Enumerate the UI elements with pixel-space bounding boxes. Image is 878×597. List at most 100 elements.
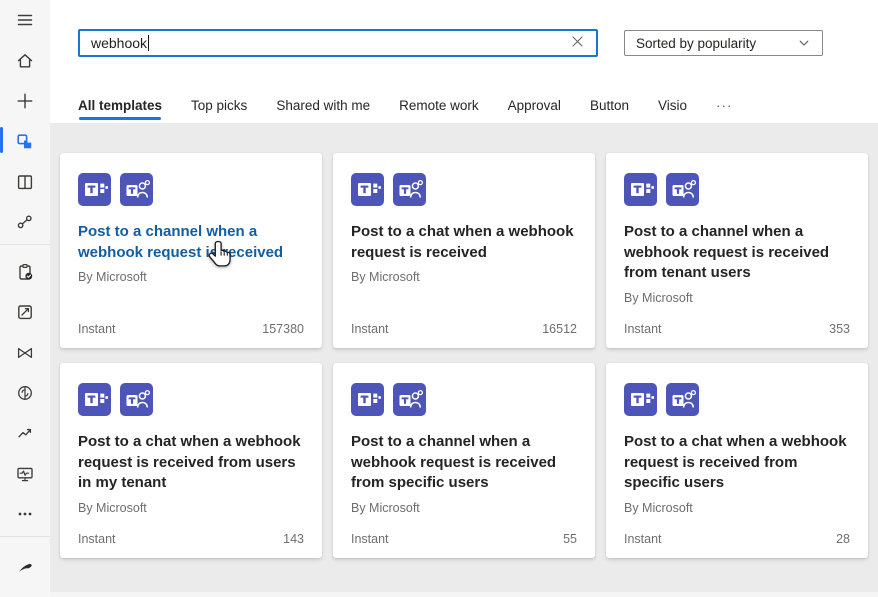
template-type-label: Instant [78,532,116,546]
template-card[interactable]: Post to a chat when a webhook request is… [606,363,868,558]
ui-flows-icon [15,302,35,322]
menu-button[interactable] [0,5,50,35]
template-title-link[interactable]: Post to a chat when a webhook request is… [351,222,577,263]
template-byline: By Microsoft [351,501,577,515]
template-card[interactable]: Post to a channel when a webhook request… [60,153,322,348]
left-navigation-rail [0,0,50,597]
template-card[interactable]: Post to a channel when a webhook request… [333,363,595,558]
sort-dropdown[interactable]: Sorted by popularity [624,30,823,56]
nav-item-more[interactable] [0,499,50,529]
analytics-chart-icon [15,423,35,443]
template-type-label: Instant [351,532,389,546]
create-plus-icon [15,91,35,111]
teams-classic-icon [624,383,657,416]
tab-top-picks[interactable]: Top picks [191,98,247,122]
page-bottom-strip [50,592,878,597]
rail-divider [0,244,50,245]
nav-item-connectors[interactable] [0,207,50,237]
tab-approval[interactable]: Approval [508,98,561,122]
template-byline: By Microsoft [624,291,850,305]
machines-monitor-icon [15,464,35,484]
clear-x-icon [570,34,585,52]
template-byline: By Microsoft [78,501,304,515]
template-type-label: Instant [624,322,662,336]
nav-item-approvals[interactable] [0,257,50,287]
template-type-label: Instant [78,322,116,336]
card-app-icons [624,173,850,206]
card-footer: Instant 353 [624,322,850,336]
approvals-clipboard-icon [15,262,35,282]
nav-item-learn[interactable] [0,167,50,197]
sort-dropdown-value: Sorted by popularity [636,36,756,51]
tab-remote-work[interactable]: Remote work [399,98,479,122]
search-input[interactable]: webhook [78,29,598,57]
nav-item-create[interactable] [0,86,50,116]
teams-classic-icon [624,173,657,206]
nav-item-ui-flows[interactable] [0,297,50,327]
process-advisor-icon [15,343,35,363]
card-footer: Instant 157380 [78,322,304,336]
tab-all-templates[interactable]: All templates [78,98,162,122]
teams-classic-icon [351,173,384,206]
nav-item-home[interactable] [0,46,50,76]
template-use-count: 16512 [542,322,577,336]
template-byline: By Microsoft [351,270,577,284]
template-card[interactable]: Post to a chat when a webhook request is… [60,363,322,558]
nav-item-analytics[interactable] [0,418,50,448]
quill-pen-icon [15,556,35,576]
card-app-icons [624,383,850,416]
teams-people-icon [393,383,426,416]
clear-search-button[interactable] [570,34,585,52]
teams-classic-icon [78,383,111,416]
teams-classic-icon [351,383,384,416]
chevron-down-icon [797,36,811,50]
template-type-label: Instant [351,322,389,336]
template-card[interactable]: Post to a chat when a webhook request is… [333,153,595,348]
card-footer: Instant 55 [351,532,577,546]
teams-people-icon [666,173,699,206]
tab-shared-with-me[interactable]: Shared with me [276,98,370,122]
tabs-overflow-button[interactable]: ··· [716,98,733,122]
template-category-tabs: All templates Top picks Shared with me R… [78,98,733,122]
teams-people-icon [120,383,153,416]
menu-icon [15,10,35,30]
home-icon [15,51,35,71]
tab-button[interactable]: Button [590,98,629,122]
card-footer: Instant 28 [624,532,850,546]
main-content: webhook Sorted by popularity All templat… [50,0,878,597]
template-title-link[interactable]: Post to a chat when a webhook request is… [624,432,850,494]
more-ellipsis-icon [15,504,35,524]
template-title-link[interactable]: Post to a channel when a webhook request… [624,222,850,284]
templates-page: webhook Sorted by popularity All templat… [0,0,878,597]
teams-people-icon [393,173,426,206]
card-app-icons [351,383,577,416]
template-card[interactable]: Post to a channel when a webhook request… [606,153,868,348]
teams-people-icon [120,173,153,206]
nav-item-ai-builder[interactable] [0,378,50,408]
template-use-count: 353 [829,322,850,336]
nav-item-templates[interactable] [0,126,50,156]
template-title-link[interactable]: Post to a chat when a webhook request is… [78,432,304,494]
template-title-link[interactable]: Post to a channel when a webhook request… [78,222,304,263]
connectors-icon [15,212,35,232]
template-type-label: Instant [624,532,662,546]
nav-item-machines[interactable] [0,459,50,489]
nav-item-pen[interactable] [0,551,50,581]
tab-visio[interactable]: Visio [658,98,687,122]
card-footer: Instant 16512 [351,322,577,336]
template-use-count: 157380 [262,322,304,336]
card-app-icons [351,173,577,206]
learn-book-icon [15,172,35,192]
card-app-icons [78,173,304,206]
template-title-link[interactable]: Post to a channel when a webhook request… [351,432,577,494]
text-caret [148,35,149,51]
template-byline: By Microsoft [624,501,850,515]
card-app-icons [78,383,304,416]
template-use-count: 55 [563,532,577,546]
rail-divider [0,536,50,537]
templates-icon [15,131,35,151]
nav-item-process-advisor[interactable] [0,338,50,368]
teams-classic-icon [78,173,111,206]
template-byline: By Microsoft [78,270,304,284]
template-use-count: 143 [283,532,304,546]
